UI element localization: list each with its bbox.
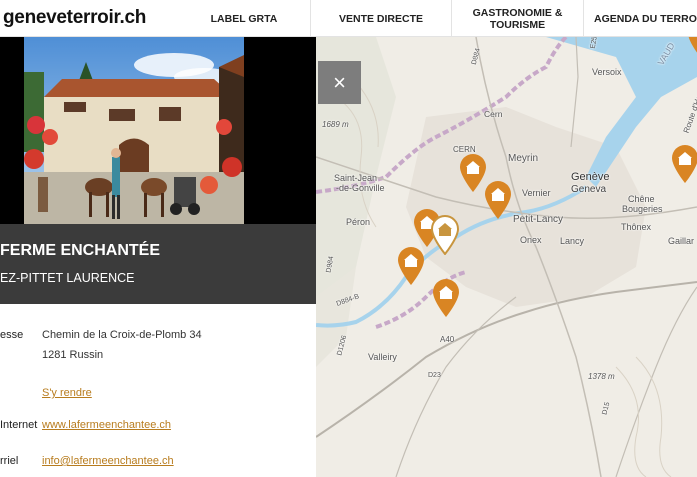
map-label-saint-jean: Saint-Jean xyxy=(334,173,378,183)
nav-gastronomie-label: GASTRONOMIE & TOURISME xyxy=(472,6,563,31)
map-canvas xyxy=(316,37,697,477)
nav-gastronomie-tourisme[interactable]: GASTRONOMIE & TOURISME xyxy=(452,0,584,37)
directions-value: S'y rendre xyxy=(42,383,92,403)
site-header: geneveterroir.ch LABEL GRTA VENTE DIRECT… xyxy=(0,0,697,37)
map-label-lancy: Lancy xyxy=(560,236,585,246)
map-pin-farm[interactable] xyxy=(431,278,461,318)
website-link[interactable]: www.lafermeenchantee.ch xyxy=(42,419,171,431)
nav-label-grta[interactable]: LABEL GRTA xyxy=(178,0,311,37)
site-logo[interactable]: geneveterroir.ch xyxy=(3,7,146,29)
listing-owner: EZ-PITTET LAURENCE xyxy=(0,271,135,285)
address-label: esse xyxy=(0,329,24,341)
page: geneveterroir.ch LABEL GRTA VENTE DIRECT… xyxy=(0,0,697,477)
map-label-onex: Onex xyxy=(520,235,542,245)
address-line-1: Chemin de la Croix-de-Plomb 34 xyxy=(42,329,202,341)
map-label-meyrin: Meyrin xyxy=(508,153,539,164)
nav-agenda[interactable]: AGENDA DU TERRO xyxy=(584,0,697,37)
map-label-gaillard: Gaillar xyxy=(668,236,695,246)
listing-name: FERME ENCHANTÉE xyxy=(0,242,161,259)
map-label-peron: Péron xyxy=(346,217,371,227)
photo-frame xyxy=(0,37,316,224)
email-value: info@lafermeenchantee.ch xyxy=(42,451,174,471)
map-label-alt-1378: 1378 m xyxy=(588,372,615,381)
map-pin-farm[interactable] xyxy=(396,246,426,286)
map-pin-farm[interactable] xyxy=(686,37,697,59)
email-label: rriel xyxy=(0,455,19,467)
farm-photo xyxy=(24,37,244,224)
listing-title-band: FERME ENCHANTÉE EZ-PITTET LAURENCE xyxy=(0,224,316,304)
map-label-chene: Chêne xyxy=(628,194,655,204)
map-label-alt-1689: 1689 m xyxy=(322,120,349,129)
map-label-geneva: Geneva xyxy=(571,184,607,195)
directions-link[interactable]: S'y rendre xyxy=(42,387,92,399)
map-label-de-gonville: -de-Gonville xyxy=(336,183,385,193)
map-label-geneve: Genève xyxy=(571,171,610,183)
map-pin-selected[interactable] xyxy=(430,215,460,255)
map-label-valleiry: Valleiry xyxy=(368,352,397,362)
main-nav: LABEL GRTA VENTE DIRECTE GASTRONOMIE & T… xyxy=(178,0,697,37)
map-label-cern: Cern xyxy=(484,109,503,119)
close-panel-button[interactable]: × xyxy=(318,61,361,104)
map-label-versoix: Versoix xyxy=(592,67,622,77)
map-label-petit-lancy: Petit-Lancy xyxy=(513,214,564,225)
map-label-bougeries: Bougeries xyxy=(622,204,663,214)
map-label-thonex: Thônex xyxy=(621,222,652,232)
email-link[interactable]: info@lafermeenchantee.ch xyxy=(42,455,174,467)
nav-vente-directe[interactable]: VENTE DIRECTE xyxy=(311,0,452,37)
map-label-vernier: Vernier xyxy=(522,188,551,198)
map-view[interactable]: Versoix VAUD Route d'Hermance Cern CERN … xyxy=(316,37,697,477)
map-pin-farm[interactable] xyxy=(670,144,697,184)
website-value: www.lafermeenchantee.ch xyxy=(42,415,171,435)
map-label-d23: D23 xyxy=(428,372,441,379)
map-pin-farm[interactable] xyxy=(483,180,513,220)
address-value: Chemin de la Croix-de-Plomb 34 1281 Russ… xyxy=(42,325,202,365)
listing-panel: FERME ENCHANTÉE EZ-PITTET LAURENCE esse … xyxy=(0,37,316,477)
map-label-a40: A40 xyxy=(440,335,455,344)
website-label: Internet xyxy=(0,419,38,431)
address-line-2: 1281 Russin xyxy=(42,349,104,361)
